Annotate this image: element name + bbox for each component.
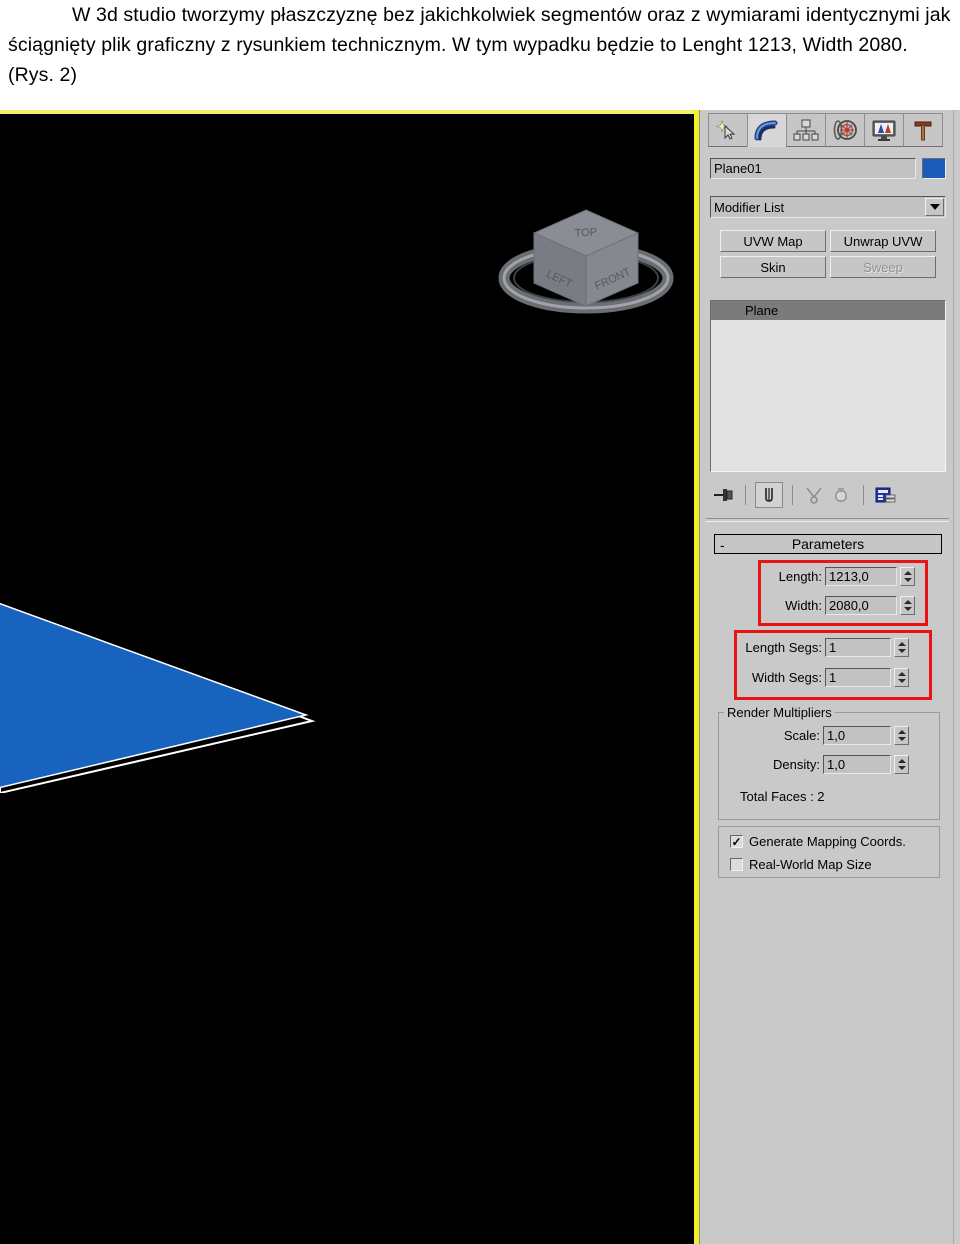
object-name-row: Plane01 bbox=[710, 158, 946, 179]
command-panel: Plane01 Modifier List UVW Map Unwrap UVW… bbox=[694, 110, 960, 1244]
modifier-stack-toolbar bbox=[710, 480, 946, 510]
pin-stack-icon[interactable] bbox=[710, 483, 736, 507]
command-panel-tabs bbox=[708, 113, 948, 147]
screenshot-frame: TOP LEFT FRONT Plane01 Modifier List UVW… bbox=[0, 110, 960, 1244]
plane-surface bbox=[0, 602, 309, 789]
display-monitor-icon bbox=[872, 120, 896, 141]
length-row: Length: 1213,0 bbox=[770, 567, 915, 586]
parameters-rollout-title: Parameters bbox=[791, 536, 865, 552]
show-end-result-icon[interactable] bbox=[755, 482, 783, 508]
modifier-quick-buttons: UVW Map Unwrap UVW Skin Sweep bbox=[720, 230, 936, 282]
modifier-list-dropdown[interactable]: Modifier List bbox=[710, 196, 946, 218]
real-world-map-size-label: Real-World Map Size bbox=[749, 857, 872, 872]
render-multipliers-label: Render Multipliers bbox=[724, 705, 835, 720]
width-input[interactable]: 2080,0 bbox=[825, 596, 897, 615]
scale-input[interactable]: 1,0 bbox=[823, 726, 891, 745]
length-segs-input[interactable]: 1 bbox=[825, 638, 891, 657]
toolbar-separator bbox=[745, 485, 746, 505]
scale-label: Scale: bbox=[783, 728, 820, 743]
width-segs-row: Width Segs: 1 bbox=[742, 668, 909, 687]
toolbar-separator bbox=[792, 485, 793, 505]
length-segs-row: Length Segs: 1 bbox=[742, 638, 909, 657]
real-world-map-size-row: Real-World Map Size bbox=[730, 857, 872, 872]
scale-spinner[interactable] bbox=[894, 726, 909, 745]
length-input[interactable]: 1213,0 bbox=[825, 567, 897, 586]
length-segs-label: Length Segs: bbox=[745, 640, 822, 655]
active-viewport-border bbox=[0, 110, 694, 114]
density-spinner[interactable] bbox=[894, 755, 909, 774]
width-row: Width: 2080,0 bbox=[770, 596, 915, 615]
real-world-map-size-checkbox[interactable] bbox=[730, 858, 743, 871]
utilities-tab[interactable] bbox=[903, 113, 943, 147]
hierarchy-nodes-icon bbox=[793, 119, 819, 141]
width-segs-label: Width Segs: bbox=[751, 670, 822, 685]
parameters-rollout: Parameters - Length: 1213,0 Width: 2080,… bbox=[710, 534, 948, 914]
remove-modifier-icon[interactable] bbox=[828, 483, 854, 507]
create-tab[interactable] bbox=[708, 113, 748, 147]
generate-mapping-coords-label: Generate Mapping Coords. bbox=[749, 834, 906, 849]
viewcube-top-label: TOP bbox=[574, 226, 597, 239]
object-name-field[interactable]: Plane01 bbox=[710, 158, 916, 179]
plane-object[interactable] bbox=[0, 493, 316, 795]
caption-block: W 3d studio tworzymy płaszczyznę bez jak… bbox=[0, 0, 960, 110]
unwrap-uvw-button[interactable]: Unwrap UVW bbox=[830, 230, 936, 252]
modifier-stack-list[interactable]: Plane bbox=[710, 300, 946, 472]
width-segs-spinner[interactable] bbox=[894, 668, 909, 687]
width-spinner[interactable] bbox=[900, 596, 915, 615]
rollout-collapse-toggle[interactable]: - bbox=[720, 537, 725, 553]
parameters-rollout-header[interactable]: Parameters bbox=[714, 534, 942, 554]
scale-row: Scale: 1,0 bbox=[772, 726, 909, 745]
width-label: Width: bbox=[785, 598, 822, 613]
hierarchy-tab[interactable] bbox=[786, 113, 826, 147]
viewport[interactable]: TOP LEFT FRONT bbox=[0, 110, 694, 1244]
object-color-swatch[interactable] bbox=[922, 158, 946, 179]
total-faces-label: Total Faces : 2 bbox=[740, 789, 825, 804]
command-panel-body: Plane01 Modifier List UVW Map Unwrap UVW… bbox=[699, 110, 960, 1244]
generate-mapping-coords-row: ✓ Generate Mapping Coords. bbox=[730, 834, 906, 849]
display-tab[interactable] bbox=[864, 113, 904, 147]
width-segs-input[interactable]: 1 bbox=[825, 668, 891, 687]
modify-arc-icon bbox=[754, 120, 778, 141]
caption-text: W 3d studio tworzymy płaszczyznę bez jak… bbox=[8, 4, 951, 86]
length-spinner[interactable] bbox=[900, 567, 915, 586]
toolbar-separator bbox=[863, 485, 864, 505]
modify-tab[interactable] bbox=[747, 113, 787, 147]
create-star-cursor-icon bbox=[715, 119, 736, 140]
length-segs-spinner[interactable] bbox=[894, 638, 909, 657]
stack-entry-plane[interactable]: Plane bbox=[711, 301, 945, 320]
check-icon: ✓ bbox=[731, 834, 742, 849]
skin-button[interactable]: Skin bbox=[720, 256, 826, 278]
utilities-hammer-icon bbox=[914, 121, 932, 141]
modifier-list-label: Modifier List bbox=[714, 199, 785, 215]
density-row: Density: 1,0 bbox=[762, 755, 909, 774]
configure-modifier-sets-icon[interactable] bbox=[873, 483, 899, 507]
motion-tab[interactable] bbox=[825, 113, 865, 147]
viewcube-gizmo[interactable]: TOP LEFT FRONT bbox=[486, 178, 686, 338]
density-label: Density: bbox=[773, 757, 820, 772]
generate-mapping-coords-checkbox[interactable]: ✓ bbox=[730, 835, 743, 848]
chevron-down-icon[interactable] bbox=[925, 198, 944, 216]
sweep-button: Sweep bbox=[830, 256, 936, 278]
make-unique-icon[interactable] bbox=[802, 483, 828, 507]
length-label: Length: bbox=[778, 569, 822, 584]
panel-divider bbox=[953, 110, 954, 1244]
uvw-map-button[interactable]: UVW Map bbox=[720, 230, 826, 252]
panel-divider-line bbox=[706, 518, 949, 522]
density-input[interactable]: 1,0 bbox=[823, 755, 891, 774]
motion-wheel-icon bbox=[833, 120, 857, 140]
